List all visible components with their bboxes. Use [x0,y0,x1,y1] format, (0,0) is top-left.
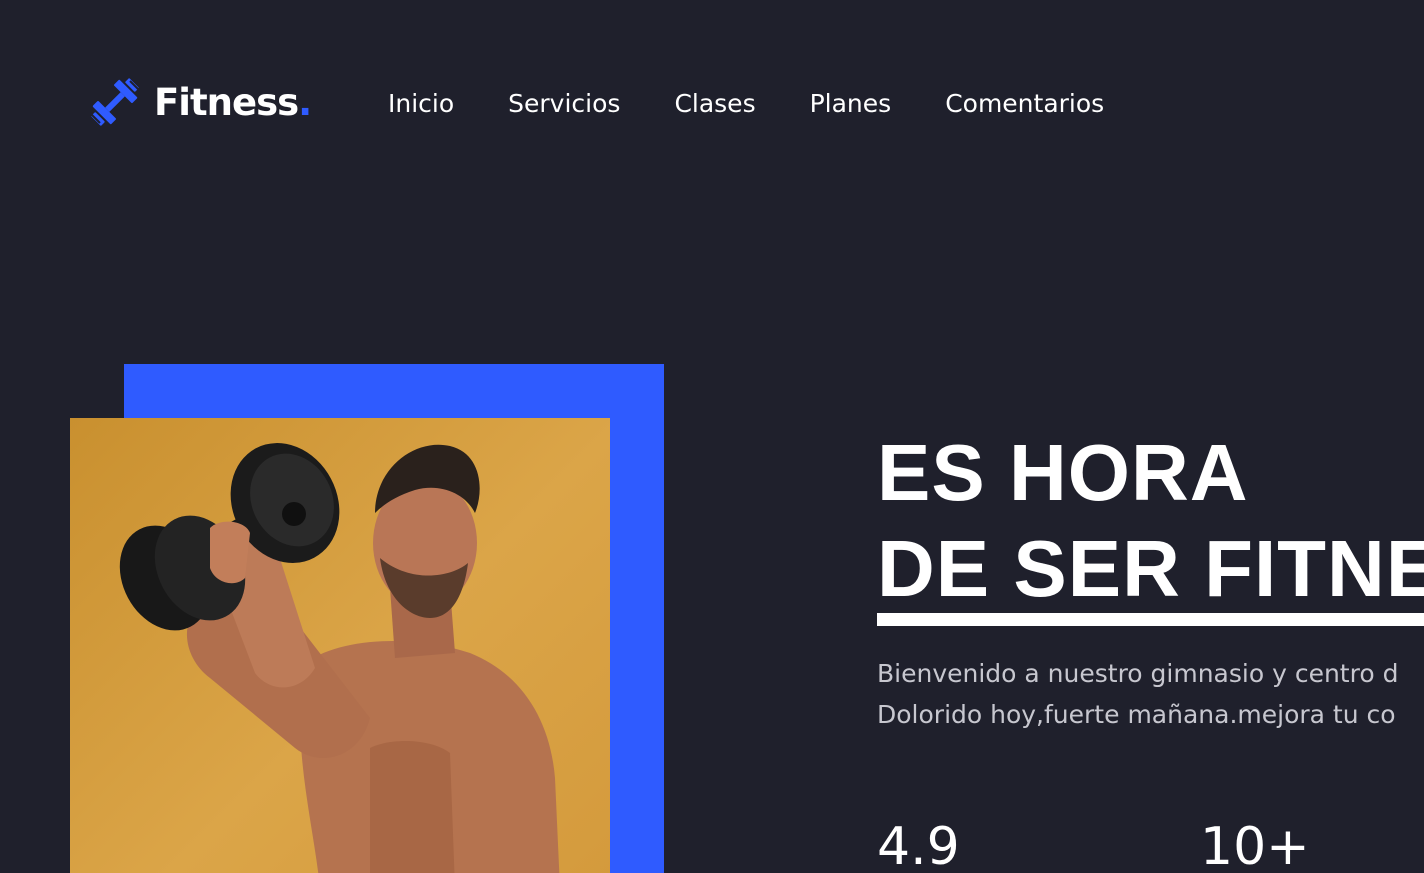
hero-description-line-2: Dolorido hoy,fuerte mañana.mejora tu co [877,700,1396,729]
hero-description: Bienvenido a nuestro gimnasio y centro d… [877,653,1398,735]
nav-item-planes[interactable]: Planes [810,86,892,122]
nav-item-clases[interactable]: Clases [674,86,755,122]
logo-link[interactable]: Fitness. [86,72,312,132]
page: Fitness. Inicio Servicios Clases Planes … [0,0,1424,873]
nav-item-servicios[interactable]: Servicios [508,86,620,122]
brand-dot: . [298,80,313,124]
stat-count: 10+ [1200,817,1310,873]
hero-title-line-2: DE SER FITNE [877,524,1424,613]
main-nav: Inicio Servicios Clases Planes Comentari… [388,86,1158,122]
dumbbell-icon [89,78,141,126]
photo-illustration [119,443,560,873]
nav-item-inicio[interactable]: Inicio [388,86,454,122]
brand-name: Fitness [154,80,299,124]
hero-description-line-1: Bienvenido a nuestro gimnasio y centro d [877,659,1399,688]
stat-rating: 4.9 [877,817,960,873]
nav-item-comentarios[interactable]: Comentarios [945,86,1104,122]
hero-title-line-1: ES HORA [877,428,1249,517]
hero-title: ES HORA DE SER FITNE [877,425,1424,617]
title-underline [877,613,1424,626]
man-lifting-dumbbell-photo [70,418,610,873]
